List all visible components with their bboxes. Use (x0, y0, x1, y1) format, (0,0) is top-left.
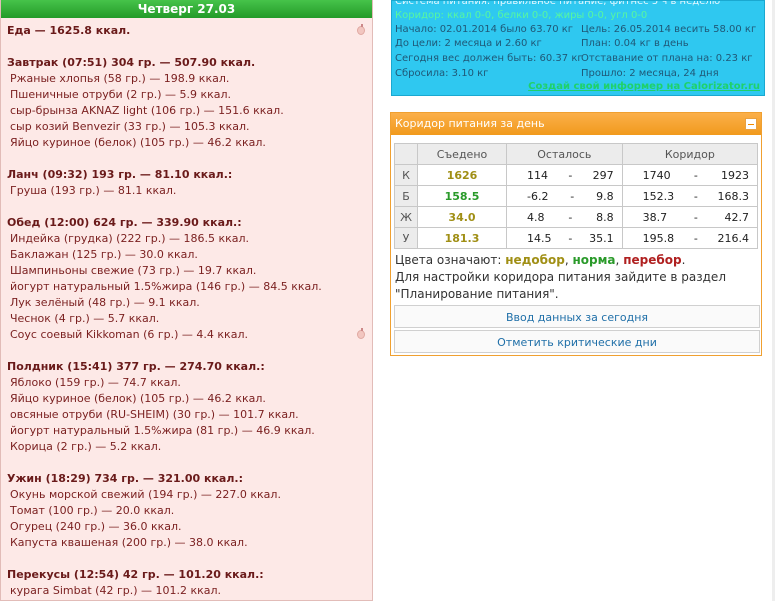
food-item: Индейка (грудка) (222 гр.) — 186.5 ккал. (10, 232, 250, 245)
food-item: Яблоко (159 гр.) — 74.7 ккал. (10, 376, 181, 389)
remaining-range: 14.5-35.1 (506, 227, 623, 249)
food-item: Капуста квашеная (200 гр.) — 38.0 ккал. (10, 536, 248, 549)
meal-block: Обед (12:00) 624 гр. — 339.90 ккал.: Инде… (1, 215, 372, 343)
day-total: Еда — 1625.8 ккал. (7, 24, 131, 37)
meal-block: Ланч (09:32) 193 гр. — 81.10 ккал.: Груша… (1, 167, 372, 199)
corridor-title: Коридор питания за день (395, 117, 545, 130)
right-column: Система питания: правильное питание, фит… (387, 0, 775, 601)
meal-title: Завтрак (07:51) 304 гр. — 507.90 ккал. (7, 56, 256, 69)
corridor-range: 152.3-168.3 (621, 185, 759, 207)
nutrient-label: Б (394, 185, 418, 207)
corner-cell (394, 143, 418, 165)
mark-critical-days-button[interactable]: Отметить критические дни (394, 330, 760, 353)
food-item: Лук зелёный (48 гр.) — 9.1 ккал. (10, 296, 200, 309)
food-item: Пшеничные отруби (2 гр.) — 5.9 ккал. (10, 88, 232, 101)
remaining-range: -6.2-9.8 (506, 185, 623, 207)
apple-icon[interactable] (357, 24, 365, 35)
corridor-range: 195.8-216.4 (621, 227, 759, 249)
corridor-header: Коридор питания за день (391, 113, 761, 135)
corridor-row: У 181.3 14.5-35.1 195.8-216.4 (394, 227, 759, 249)
food-item: сыр козий Benvezir (33 гр.) — 105.3 ккал… (10, 120, 250, 133)
enter-today-button[interactable]: Ввод данных за сегодня (394, 305, 760, 328)
food-item: йогурт натуральный 1.5%жира (146 гр.) — … (10, 280, 322, 293)
collapse-icon[interactable] (745, 118, 757, 130)
nutrient-label: К (394, 164, 418, 186)
food-item: Соус соевый Kikkoman (6 гр.) — 4.4 ккал. (1, 327, 372, 343)
eaten-value: 1626 (417, 164, 507, 186)
diet-system-line: Система питания: правильное питание, фит… (395, 0, 721, 7)
day-title: Четверг 27.03 (1, 0, 372, 18)
color-legend: Цвета означают: недобор, норма, перебор. (395, 253, 686, 267)
food-item: курага Simbat (42 гр.) — 101.2 ккал. (10, 584, 222, 597)
meal-title: Ланч (09:32) 193 гр. — 81.10 ккал.: (7, 168, 233, 181)
food-item: Корица (2 гр.) — 5.2 ккал. (10, 440, 162, 453)
day-total-row: Еда — 1625.8 ккал. (1, 23, 372, 39)
food-item: Чеснок (4 гр.) — 5.7 ккал. (10, 312, 160, 325)
food-item: йогурт натуральный 1.5%жира (81 гр.) — 4… (10, 424, 315, 437)
meal-title: Ужин (18:29) 734 гр. — 321.00 ккал.: (7, 472, 243, 485)
corridor-row: Б 158.5 -6.2-9.8 152.3-168.3 (394, 185, 759, 207)
remaining-range: 4.8-8.8 (506, 206, 623, 228)
create-informer-link[interactable]: Создай свой информер на Calorizator.ru (528, 81, 760, 92)
food-item: Томат (100 гр.) — 20.0 ккал. (10, 504, 175, 517)
nutrient-label: У (394, 227, 418, 249)
food-item: Окунь морской свежий (194 гр.) — 227.0 к… (10, 488, 281, 501)
info-row: Начало: 02.01.2014 было 63.70 кг Цель: 2… (395, 24, 757, 35)
corridor-range: 38.7-42.7 (621, 206, 759, 228)
info-row: Сегодня вес должен быть: 60.37 кг Отстав… (395, 53, 753, 64)
meal-block: Перекусы (12:54) 42 гр. — 101.20 ккал.: к… (1, 567, 372, 599)
info-row: До цели: 2 месяца и 2.60 кг План: 0.04 к… (395, 38, 689, 49)
col-header-corridor: Коридор (621, 143, 759, 165)
corridor-note: Для настройки коридора питания зайдите в… (395, 270, 726, 301)
corridor-row: Ж 34.0 4.8-8.8 38.7-42.7 (394, 206, 759, 228)
food-diary-panel: Четверг 27.03 Еда — 1625.8 ккал. Завтрак… (0, 0, 373, 601)
legend-over: перебор (623, 253, 682, 267)
apple-icon[interactable] (357, 328, 365, 339)
food-item: Яйцо куриное (белок) (105 гр.) — 46.2 кк… (10, 392, 266, 405)
corridor-row: К 1626 114-297 1740-1923 (394, 164, 759, 186)
food-item: Яйцо куриное (белок) (105 гр.) — 46.2 кк… (10, 136, 266, 149)
food-item: Шампиньоны свежие (73 гр.) — 19.7 ккал. (10, 264, 257, 277)
diary-list: Еда — 1625.8 ккал. Завтрак (07:51) 304 г… (1, 18, 372, 599)
corridor-table: Съедено Осталось Коридор К 1626 114-297 174… (394, 143, 759, 249)
corridor-line: Коридор: ккал 0-0, белки 0-0, жиры 0-0, … (395, 10, 648, 21)
food-item: сыр-брынза AKNAZ light (106 гр.) — 151.6… (10, 104, 284, 117)
food-item: Баклажан (125 гр.) — 30.0 ккал. (10, 248, 198, 261)
legend-norm: норма (572, 253, 616, 267)
eaten-value: 181.3 (417, 227, 507, 249)
legend-under: недобор (505, 253, 565, 267)
food-item: овсяные отруби (RU-SHEIM) (30 гр.) — 101… (10, 408, 299, 421)
meal-block: Полдник (15:41) 377 гр. — 274.70 ккал.: Я… (1, 359, 372, 455)
food-item: Огурец (240 гр.) — 36.0 ккал. (10, 520, 182, 533)
eaten-value: 34.0 (417, 206, 507, 228)
meal-title: Полдник (15:41) 377 гр. — 274.70 ккал.: (7, 360, 265, 373)
meal-block: Ужин (18:29) 734 гр. — 321.00 ккал.: Окун… (1, 471, 372, 551)
nutrition-corridor-panel: Коридор питания за день Съедено Осталось… (390, 112, 762, 356)
meal-block: Завтрак (07:51) 304 гр. — 507.90 ккал. Рж… (1, 55, 372, 151)
nutrient-label: Ж (394, 206, 418, 228)
meal-title: Обед (12:00) 624 гр. — 339.90 ккал.: (7, 216, 242, 229)
eaten-value: 158.5 (417, 185, 507, 207)
weight-informer: Система питания: правильное питание, фит… (391, 0, 765, 96)
remaining-range: 114-297 (506, 164, 623, 186)
corridor-range: 1740-1923 (621, 164, 759, 186)
col-header-eaten: Съедено (417, 143, 507, 165)
col-header-left: Осталось (506, 143, 623, 165)
meals-container: Завтрак (07:51) 304 гр. — 507.90 ккал. Рж… (1, 55, 372, 599)
info-row: Сбросила: 3.10 кг Прошло: 2 месяца, 24 д… (395, 68, 719, 79)
meal-title: Перекусы (12:54) 42 гр. — 101.20 ккал.: (7, 568, 264, 581)
food-item: Груша (193 гр.) — 81.1 ккал. (10, 184, 177, 197)
food-item: Ржаные хлопья (58 гр.) — 198.9 ккал. (10, 72, 230, 85)
